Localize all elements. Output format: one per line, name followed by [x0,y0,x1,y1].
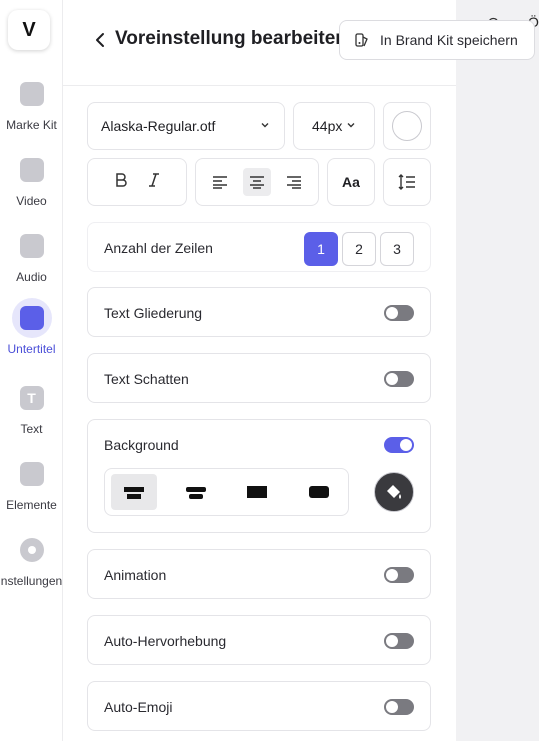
preview-panel [456,0,539,741]
chevron-down-icon [347,123,355,128]
text-align-group [195,158,319,206]
auto-emoji-row: Auto-Emoji [87,681,431,731]
align-right-button[interactable] [280,168,308,196]
text-color-swatch [392,111,422,141]
background-label: Background [104,437,179,453]
sidebar-item-label: nstellungen [0,574,63,588]
text-outline-toggle[interactable] [384,305,414,321]
sidebar-item-label: Marke Kit [6,118,57,132]
animation-toggle[interactable] [384,567,414,583]
text-color-picker[interactable] [383,102,431,150]
auto-emoji-toggle[interactable] [384,699,414,715]
line-height-button[interactable] [383,158,431,206]
bold-icon [115,173,127,187]
background-toggle[interactable] [384,437,414,453]
paint-bucket-icon [387,485,401,499]
music-note-icon [19,234,44,258]
text-outline-row: Text Gliederung [87,287,431,337]
text-outline-label: Text Gliederung [104,305,203,321]
italic-button[interactable] [147,172,161,193]
italic-icon [148,172,159,187]
rounded-line-box-icon [185,487,206,499]
background-style-rounded-lines[interactable] [173,474,219,510]
sidebar-item-elements[interactable]: Elemente [0,454,63,512]
sidebar-item-label: Untertitel [7,342,56,356]
block-box-icon [247,486,268,498]
animation-label: Animation [104,567,167,583]
line-count-option-1[interactable]: 1 [304,232,338,266]
app-logo[interactable]: V [8,10,50,50]
align-center-button[interactable] [243,168,271,196]
text-case-label: Aa [342,174,360,190]
settings-icon [19,538,44,562]
font-family-value: Alaska-Regular.otf [101,118,216,134]
back-button[interactable] [89,28,111,52]
font-size-select[interactable]: 44px [293,102,375,150]
text-style-group [87,158,187,206]
subtitles-icon [19,306,44,330]
align-left-icon [213,176,227,189]
sidebar-item-label: Video [16,194,47,208]
line-count-row: Anzahl der Zeilen 1 2 3 [87,222,431,272]
text-icon: T [19,386,44,410]
font-size-value: 44px [312,118,343,134]
rounded-block-box-icon [308,486,329,498]
background-style-lines[interactable] [111,474,157,510]
background-style-block[interactable] [234,474,280,510]
text-shadow-label: Text Schatten [104,371,189,387]
save-to-brand-kit-label: In Brand Kit speichern [380,32,518,48]
line-count-option-3[interactable]: 3 [380,232,414,266]
sidebar-item-audio[interactable]: Audio [0,226,63,284]
chevron-down-icon [261,123,269,128]
background-color-picker[interactable] [374,472,414,512]
brand-kit-icon [19,82,44,106]
text-shadow-row: Text Schatten [87,353,431,403]
line-count-label: Anzahl der Zeilen [104,240,213,256]
sidebar-item-subtitles[interactable]: Untertitel [0,298,63,356]
background-card: Background [87,419,431,533]
auto-highlight-toggle[interactable] [384,633,414,649]
video-icon [19,158,44,182]
auto-emoji-label: Auto-Emoji [104,699,173,715]
animation-row: Animation [87,549,431,599]
brand-kit-icon [354,32,370,48]
text-shadow-toggle[interactable] [384,371,414,387]
font-family-select[interactable]: Alaska-Regular.otf [87,102,285,150]
sidebar-item-brand-kit[interactable]: Marke Kit [0,74,63,132]
background-style-group [104,468,349,516]
auto-highlight-row: Auto-Hervorhebung [87,615,431,665]
chevron-left-icon [96,33,104,47]
sidebar-item-video[interactable]: Video [0,150,63,208]
background-style-rounded-block[interactable] [296,474,342,510]
page-title: Voreinstellung bearbeiten [115,28,347,49]
sidebar-item-text[interactable]: T Text [0,378,63,436]
sidebar-item-label: Text [20,422,43,436]
line-box-icon [124,487,144,499]
sidebar-item-settings[interactable]: nstellungen [0,530,63,588]
elements-icon [19,462,44,486]
bold-button[interactable] [114,172,128,192]
logo-letter: V [22,18,36,41]
left-nav: V Marke Kit Video Audio Untertitel T Tex… [0,0,63,741]
sidebar-item-label: Audio [16,270,47,284]
sidebar-item-label: Elemente [6,498,57,512]
align-left-button[interactable] [206,168,234,196]
save-to-brand-kit-button[interactable]: In Brand Kit speichern [339,20,535,60]
line-count-option-2[interactable]: 2 [342,232,376,266]
align-center-icon [250,176,264,189]
align-right-icon [287,176,301,189]
auto-highlight-label: Auto-Hervorhebung [104,633,227,649]
text-case-button[interactable]: Aa [327,158,375,206]
line-height-icon [398,174,415,190]
